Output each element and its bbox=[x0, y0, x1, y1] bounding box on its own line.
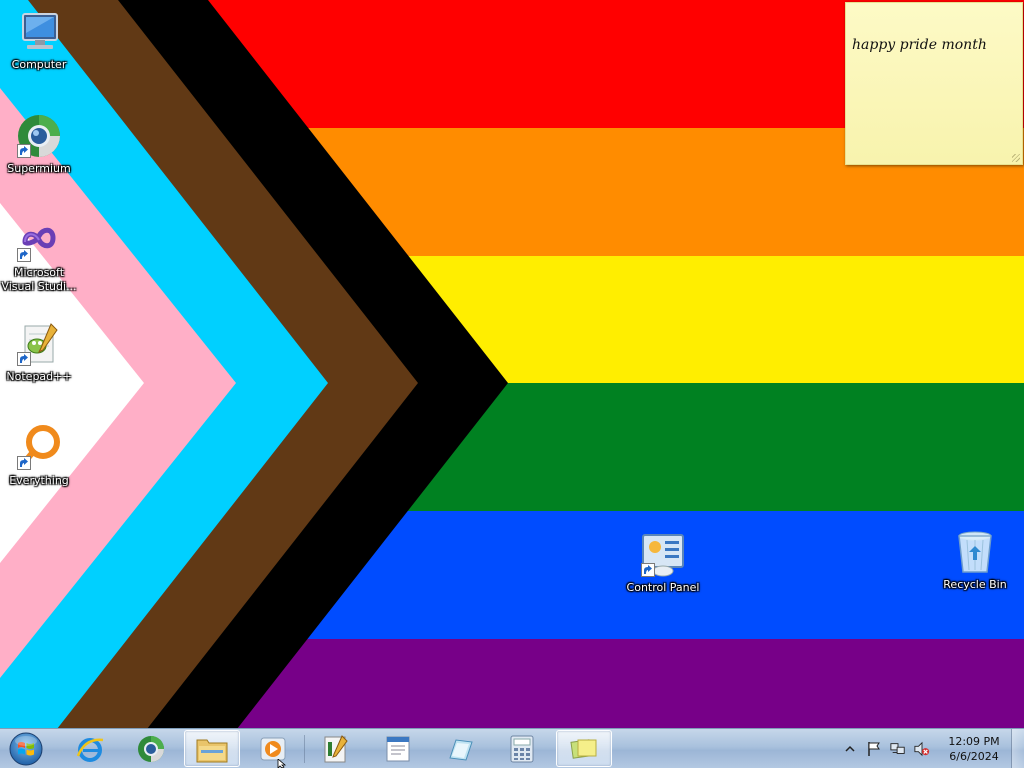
recycle-bin-icon bbox=[951, 528, 999, 576]
control-panel-icon bbox=[639, 531, 687, 579]
desktop-icon-label: Microsoft Visual Studi... bbox=[1, 266, 77, 293]
network-icon[interactable] bbox=[890, 741, 906, 757]
start-button[interactable] bbox=[4, 731, 48, 767]
taskbar-supermium[interactable] bbox=[123, 730, 179, 767]
internet-explorer-icon bbox=[76, 737, 104, 762]
windows-orb-icon bbox=[9, 732, 43, 766]
shortcut-arrow-icon bbox=[17, 248, 31, 262]
desktop-icon-label: Notepad++ bbox=[6, 370, 72, 383]
supermium-browser-icon bbox=[15, 112, 63, 160]
wordpad-icon bbox=[386, 736, 410, 761]
taskbar-separator bbox=[304, 735, 305, 763]
action-center-flag-icon[interactable] bbox=[866, 741, 882, 757]
shortcut-arrow-icon bbox=[641, 563, 655, 577]
system-clock[interactable]: 12:09 PM 6/6/2024 bbox=[940, 734, 1008, 764]
resize-grip-icon[interactable] bbox=[1012, 154, 1020, 162]
desktop-icon-control-panel[interactable]: Control Panel bbox=[625, 531, 701, 595]
clock-date: 6/6/2024 bbox=[949, 750, 999, 763]
taskbar-wordpad[interactable] bbox=[370, 730, 426, 767]
taskbar-file-explorer[interactable] bbox=[184, 730, 240, 767]
show-hidden-icons-chevron[interactable] bbox=[845, 744, 855, 754]
calculator-icon bbox=[510, 735, 534, 762]
snipping-tool-icon bbox=[449, 738, 473, 761]
taskbar-notepadpp[interactable] bbox=[307, 730, 363, 767]
desktop-icon-everything[interactable]: Everything bbox=[1, 424, 77, 488]
computer-icon bbox=[15, 8, 63, 56]
sticky-notes-icon bbox=[570, 738, 597, 759]
clock-time: 12:09 PM bbox=[948, 735, 1000, 748]
desktop-icon-label: Supermium bbox=[7, 162, 71, 175]
desktop-icon-supermium[interactable]: Supermium bbox=[1, 112, 77, 176]
shortcut-arrow-icon bbox=[17, 456, 31, 470]
sticky-note-text[interactable]: happy pride month bbox=[852, 37, 987, 53]
everything-search-icon bbox=[15, 424, 63, 472]
taskbar-sticky-notes[interactable] bbox=[556, 730, 612, 767]
desktop-icon-recycle-bin[interactable]: Recycle Bin bbox=[937, 528, 1013, 592]
desktop-icon-label: Computer bbox=[11, 58, 67, 71]
desktop-icon-label: Everything bbox=[9, 474, 69, 487]
desktop-icon-label: Recycle Bin bbox=[943, 578, 1007, 591]
notepad-plus-plus-icon bbox=[324, 734, 348, 762]
desktop-icon-computer[interactable]: Computer bbox=[1, 8, 77, 72]
show-desktop-button[interactable] bbox=[1011, 729, 1024, 768]
desktop-icon-visual-studio[interactable]: Microsoft Visual Studi... bbox=[1, 216, 77, 294]
desktop-icon-notepadpp[interactable]: Notepad++ bbox=[1, 320, 77, 384]
supermium-browser-icon bbox=[138, 735, 164, 762]
file-explorer-icon bbox=[196, 739, 228, 762]
taskbar: 12:09 PM 6/6/2024 bbox=[0, 728, 1024, 768]
shortcut-arrow-icon bbox=[17, 144, 31, 158]
mouse-cursor-icon bbox=[277, 759, 287, 768]
visual-studio-icon bbox=[15, 216, 63, 264]
volume-muted-icon[interactable] bbox=[914, 741, 930, 757]
shortcut-arrow-icon bbox=[17, 352, 31, 366]
desktop-icon-label: Control Panel bbox=[626, 581, 700, 594]
taskbar-calculator[interactable] bbox=[494, 730, 550, 767]
taskbar-internet-explorer[interactable] bbox=[62, 730, 118, 767]
taskbar-media-player[interactable] bbox=[245, 730, 301, 767]
taskbar-snipping-tool[interactable] bbox=[432, 730, 488, 767]
sticky-note[interactable]: happy pride month bbox=[845, 2, 1023, 165]
notepad-plus-plus-icon bbox=[15, 320, 63, 368]
